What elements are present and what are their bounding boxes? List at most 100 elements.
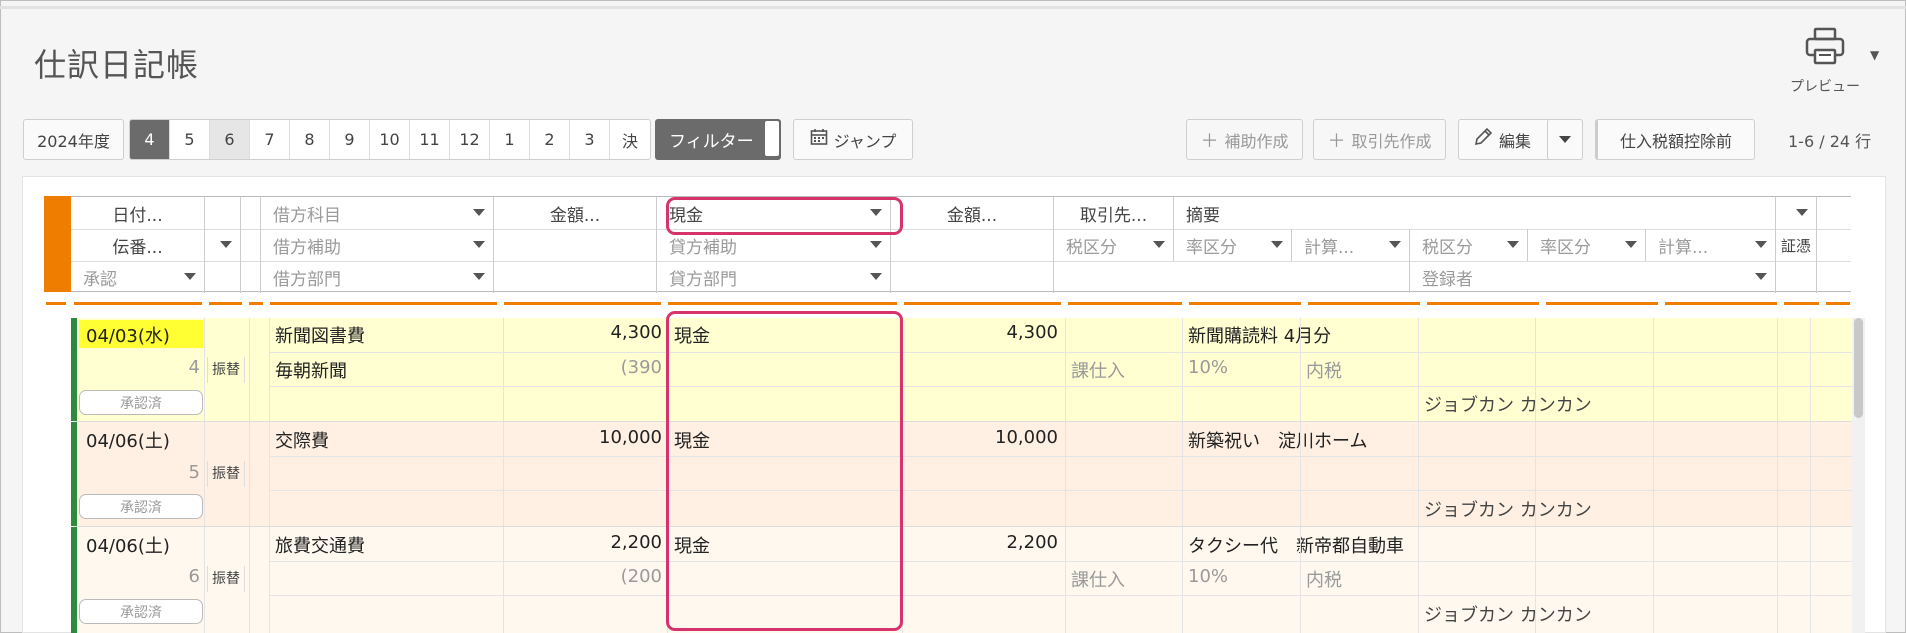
calendar-icon — [810, 128, 828, 151]
page-title: 仕訳日記帳 — [34, 46, 200, 84]
month-tab[interactable]: 5 — [170, 120, 210, 159]
header-blank — [1776, 261, 1817, 293]
preview-button[interactable]: プレビュー — [1780, 26, 1870, 96]
column-divider — [270, 302, 497, 305]
approval-badge[interactable]: 承認済 — [79, 494, 203, 519]
header-rate1-label: 率区分 — [1186, 237, 1237, 258]
header-rate1[interactable]: 率区分 — [1174, 229, 1292, 261]
header-registrant[interactable]: 登録者 — [1410, 261, 1776, 293]
memo[interactable]: タクシー代 新帝都自動車 — [1188, 532, 1404, 558]
entry-date[interactable]: 04/03(水) — [86, 322, 170, 348]
edit-label: 編集 — [1499, 131, 1532, 151]
header-tax1[interactable]: 税区分 — [1054, 229, 1174, 261]
credit-amount[interactable]: 4,300 — [906, 322, 1058, 343]
header-blank — [1817, 229, 1851, 261]
tax-calc[interactable]: 内税 — [1306, 566, 1342, 592]
header-credit-dept[interactable]: 貸方部門 — [657, 261, 891, 293]
header-debit-sub[interactable]: 借方補助 — [261, 229, 494, 261]
header-calc1[interactable]: 計算... — [1292, 229, 1410, 261]
header-memo[interactable]: 摘要 — [1174, 197, 1776, 229]
add-partner-button[interactable]: ＋ 取引先作成 — [1313, 119, 1446, 160]
month-tab[interactable]: 12 — [450, 120, 490, 159]
month-tab[interactable]: 決 — [610, 120, 650, 159]
header-blank — [891, 261, 1054, 293]
debit-sub[interactable]: 毎朝新聞 — [275, 357, 347, 383]
registrant: ジョブカン カンカン — [1424, 395, 1592, 416]
month-tab[interactable]: 3 — [570, 120, 610, 159]
approval-badge[interactable]: 承認済 — [79, 390, 203, 415]
jump-button[interactable]: ジャンプ — [793, 119, 913, 160]
header-amount1[interactable]: 金額... — [494, 197, 657, 229]
add-aux-button[interactable]: ＋ 補助作成 — [1186, 119, 1303, 160]
tax-rate[interactable]: 10% — [1188, 357, 1228, 378]
credit-amount[interactable]: 2,200 — [906, 532, 1058, 553]
column-divider — [46, 302, 66, 305]
debit-account[interactable]: 旅費交通費 — [275, 532, 365, 558]
header-debit-dept[interactable]: 借方部門 — [261, 261, 494, 293]
registrant: ジョブカン カンカン — [1424, 605, 1592, 626]
month-tab[interactable]: 6 — [210, 120, 250, 159]
column-divider — [1784, 302, 1819, 305]
column-divider — [209, 302, 242, 305]
preview-label: プレビュー — [1790, 79, 1860, 95]
header-slip-no[interactable]: 伝番... — [71, 229, 205, 261]
filter-toggle[interactable]: フィルター — [655, 119, 781, 160]
month-tab[interactable]: 9 — [330, 120, 370, 159]
debit-amount[interactable]: 10,000 — [510, 427, 662, 448]
month-tab[interactable]: 7 — [250, 120, 290, 159]
plus-icon: ＋ — [1200, 130, 1219, 152]
entry-date[interactable]: 04/06(土) — [86, 532, 170, 558]
edit-dropdown-button[interactable] — [1547, 119, 1583, 160]
tax-amount: (200 — [620, 566, 662, 587]
month-selector: 4 5 6 7 8 9 10 11 12 1 2 3 決 — [129, 119, 651, 160]
debit-account[interactable]: 交際費 — [275, 427, 329, 453]
header-calc2[interactable]: 計算... — [1646, 229, 1776, 261]
header-voucher[interactable]: 証憑 — [1776, 229, 1817, 261]
header-amount2[interactable]: 金額... — [891, 197, 1054, 229]
scrollbar-thumb[interactable] — [1854, 318, 1863, 418]
header-memo-dropdown[interactable] — [1776, 197, 1817, 229]
header-rate2[interactable]: 率区分 — [1528, 229, 1646, 261]
header-credit-sub-label: 貸方補助 — [669, 237, 737, 258]
column-divider — [1308, 302, 1420, 305]
header-type-dropdown[interactable] — [205, 229, 241, 261]
tax-rate[interactable]: 10% — [1188, 566, 1228, 587]
top-divider — [0, 6, 1906, 9]
tax-calc[interactable]: 内税 — [1306, 357, 1342, 383]
month-tab[interactable]: 2 — [530, 120, 570, 159]
column-divider — [1665, 302, 1777, 305]
jump-label: ジャンプ — [833, 131, 897, 151]
column-divider — [504, 302, 661, 305]
header-debit-account[interactable]: 借方科目 — [261, 197, 494, 229]
credit-amount[interactable]: 10,000 — [906, 427, 1058, 448]
preview-dropdown-caret[interactable]: ▼ — [1870, 48, 1879, 62]
entry-date[interactable]: 04/06(土) — [86, 427, 170, 453]
memo[interactable]: 新築祝い 淀川ホーム — [1188, 427, 1367, 453]
approval-badge[interactable]: 承認済 — [79, 599, 203, 624]
debit-amount[interactable]: 4,300 — [510, 322, 662, 343]
header-blank — [205, 197, 241, 229]
header-tax2[interactable]: 税区分 — [1410, 229, 1528, 261]
tax-category[interactable]: 課仕入 — [1071, 566, 1125, 592]
month-tab[interactable]: 8 — [290, 120, 330, 159]
header-approval[interactable]: 承認 — [71, 261, 205, 293]
month-tab[interactable]: 11 — [410, 120, 450, 159]
tax-category[interactable]: 課仕入 — [1071, 357, 1125, 383]
column-divider — [1427, 302, 1539, 305]
vertical-scrollbar[interactable] — [1852, 318, 1865, 633]
memo[interactable]: 新聞購読料 4月分 — [1188, 322, 1331, 348]
filter-toggle-knob — [765, 121, 779, 156]
month-tab[interactable]: 10 — [370, 120, 410, 159]
credit-filter-highlight — [666, 197, 903, 235]
tax-mode-button[interactable]: 仕入税額控除前 — [1595, 119, 1755, 160]
header-credit-dept-label: 貸方部門 — [669, 269, 737, 290]
month-tab[interactable]: 1 — [490, 120, 530, 159]
fiscal-year-button[interactable]: 2024年度 — [23, 119, 124, 160]
header-partner[interactable]: 取引先... — [1054, 197, 1174, 229]
month-tab[interactable]: 4 — [130, 120, 170, 159]
debit-amount[interactable]: 2,200 — [510, 532, 662, 553]
header-blank — [494, 261, 657, 293]
header-date[interactable]: 日付... — [71, 197, 205, 229]
header-blank — [241, 261, 261, 293]
debit-account[interactable]: 新聞図書費 — [275, 322, 365, 348]
